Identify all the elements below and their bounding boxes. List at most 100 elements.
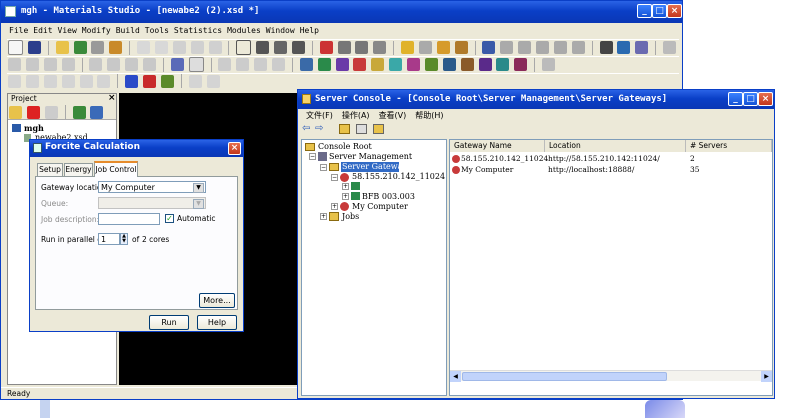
console-menu-item-0[interactable]: 文件(F) [306, 110, 333, 122]
scroll-left-arrow[interactable]: ◀ [450, 371, 461, 382]
grid-c-icon[interactable] [43, 74, 57, 88]
gateway-select[interactable]: My Computer ▼ [98, 181, 206, 193]
back-arrow-icon[interactable]: ⇦ [302, 123, 310, 134]
grid-d-icon[interactable] [61, 74, 75, 88]
save-icon[interactable] [27, 41, 41, 54]
tree-expander[interactable]: + [342, 183, 349, 190]
undo-icon[interactable] [137, 41, 150, 54]
properties-icon[interactable] [373, 124, 384, 134]
dmol-icon[interactable] [317, 58, 331, 71]
table-row[interactable]: 58.155.210.142_11024 http://58.155.210.1… [450, 154, 772, 164]
grid-b-icon[interactable] [25, 74, 39, 88]
menu-modules[interactable]: Modules [227, 24, 261, 38]
scroll-thumb[interactable] [462, 372, 667, 381]
open-icon[interactable] [55, 41, 69, 54]
tree-sub-node[interactable]: BFB 003.003 [362, 192, 415, 201]
console-close-button[interactable]: × [758, 92, 773, 106]
blends-icon[interactable] [407, 58, 420, 71]
qsar-icon[interactable] [460, 58, 474, 71]
gulp-icon[interactable] [514, 58, 528, 71]
sorption-icon[interactable] [371, 58, 385, 71]
col-location[interactable]: Location [545, 140, 686, 152]
col-servers[interactable]: # Servers [686, 140, 772, 152]
line-style-icon[interactable] [160, 74, 174, 88]
forcite-icon[interactable] [299, 58, 313, 71]
sort-icon[interactable] [272, 58, 285, 71]
distribute-icon[interactable] [206, 74, 220, 88]
search-icon[interactable] [218, 58, 232, 71]
import-icon[interactable] [73, 41, 87, 54]
jobdesc-input[interactable] [98, 213, 160, 225]
console-menu-item-3[interactable]: 帮助(H) [415, 110, 443, 122]
menu-statistics[interactable]: Statistics [174, 24, 222, 38]
grid-e-icon[interactable] [79, 74, 93, 88]
close-button[interactable]: × [667, 4, 682, 18]
more-button[interactable]: More... [199, 293, 235, 308]
print-icon[interactable] [91, 41, 105, 54]
tree-expander[interactable]: − [309, 153, 316, 160]
forcite-close-button[interactable]: × [228, 142, 241, 155]
menu-view[interactable]: View [58, 24, 77, 38]
zoom-icon[interactable] [274, 41, 287, 54]
minimize-button[interactable]: _ [637, 4, 652, 18]
tree-expander[interactable]: − [320, 164, 327, 171]
align-icon[interactable] [188, 74, 202, 88]
properties-icon[interactable] [44, 105, 58, 119]
ms-title-bar[interactable]: mgh - Materials Studio - [newabe2 (2).xs… [1, 1, 682, 23]
redo-icon[interactable] [154, 41, 168, 54]
maximize-button[interactable]: □ [652, 4, 667, 18]
console-title-bar[interactable]: Server Console - [Console Root\Server Ma… [298, 90, 774, 109]
console-minimize-button[interactable]: _ [728, 92, 743, 106]
center-icon[interactable] [355, 41, 369, 54]
tree-server-management[interactable]: Server Management [329, 152, 412, 161]
console-menu-item-2[interactable]: 查看(V) [379, 110, 407, 122]
new-icon[interactable] [8, 40, 23, 55]
crystal-icon[interactable] [61, 58, 75, 71]
help-button[interactable]: Help [197, 315, 237, 330]
queue-select[interactable]: ▼ [98, 197, 206, 209]
menu-file[interactable]: File [9, 24, 28, 38]
palette-icon[interactable] [109, 41, 123, 54]
forward-arrow-icon[interactable]: ⇨ [315, 123, 323, 134]
translate-icon[interactable] [256, 41, 270, 54]
menu-window[interactable]: Window [266, 24, 295, 38]
measure-icon[interactable] [482, 41, 496, 54]
refresh-icon[interactable] [72, 105, 86, 119]
grid-icon[interactable] [553, 41, 567, 54]
symmetry-icon[interactable] [43, 58, 57, 71]
tree-jobs[interactable]: Jobs [342, 212, 359, 221]
cell-icon[interactable] [143, 58, 156, 71]
morphology-icon[interactable] [478, 58, 492, 71]
lattice-icon[interactable] [373, 41, 387, 54]
builder-icon[interactable] [89, 58, 103, 71]
menu-help[interactable]: Help [300, 24, 319, 38]
tree-expander[interactable]: − [331, 174, 338, 181]
delete-icon[interactable] [26, 105, 40, 119]
menu-tools[interactable]: Tools [145, 24, 169, 38]
clean-icon[interactable] [536, 41, 549, 54]
chart-icon[interactable] [170, 58, 184, 71]
ring-icon[interactable] [418, 41, 432, 54]
table-row[interactable]: My Computer http://localhost:18888/ 35 [450, 165, 772, 175]
pen-icon[interactable] [454, 41, 468, 54]
menu-edit[interactable]: Edit [33, 24, 52, 38]
parallel-spinner[interactable]: ▲ ▼ [120, 233, 128, 245]
console-menu-item-1[interactable]: 操作(A) [342, 110, 370, 122]
module-c-icon[interactable] [635, 41, 649, 54]
grid-f-icon[interactable] [97, 74, 111, 88]
color-icon[interactable] [125, 74, 139, 88]
reflex-icon[interactable] [442, 58, 456, 71]
conformers-icon[interactable] [424, 58, 438, 71]
up-icon[interactable] [90, 105, 104, 119]
display-style-icon[interactable] [319, 41, 333, 54]
mesocite-icon[interactable] [353, 58, 367, 71]
hydrogen-icon[interactable] [518, 41, 532, 54]
castep-icon[interactable] [335, 58, 349, 71]
select-arrow-icon[interactable] [236, 40, 252, 55]
line-color-icon[interactable] [143, 74, 156, 88]
cut-icon[interactable] [172, 41, 186, 54]
up-folder-icon[interactable] [339, 124, 350, 134]
copy-icon[interactable] [190, 41, 204, 54]
tree-console-root[interactable]: Console Root [318, 142, 372, 151]
filter-icon[interactable] [236, 58, 250, 71]
